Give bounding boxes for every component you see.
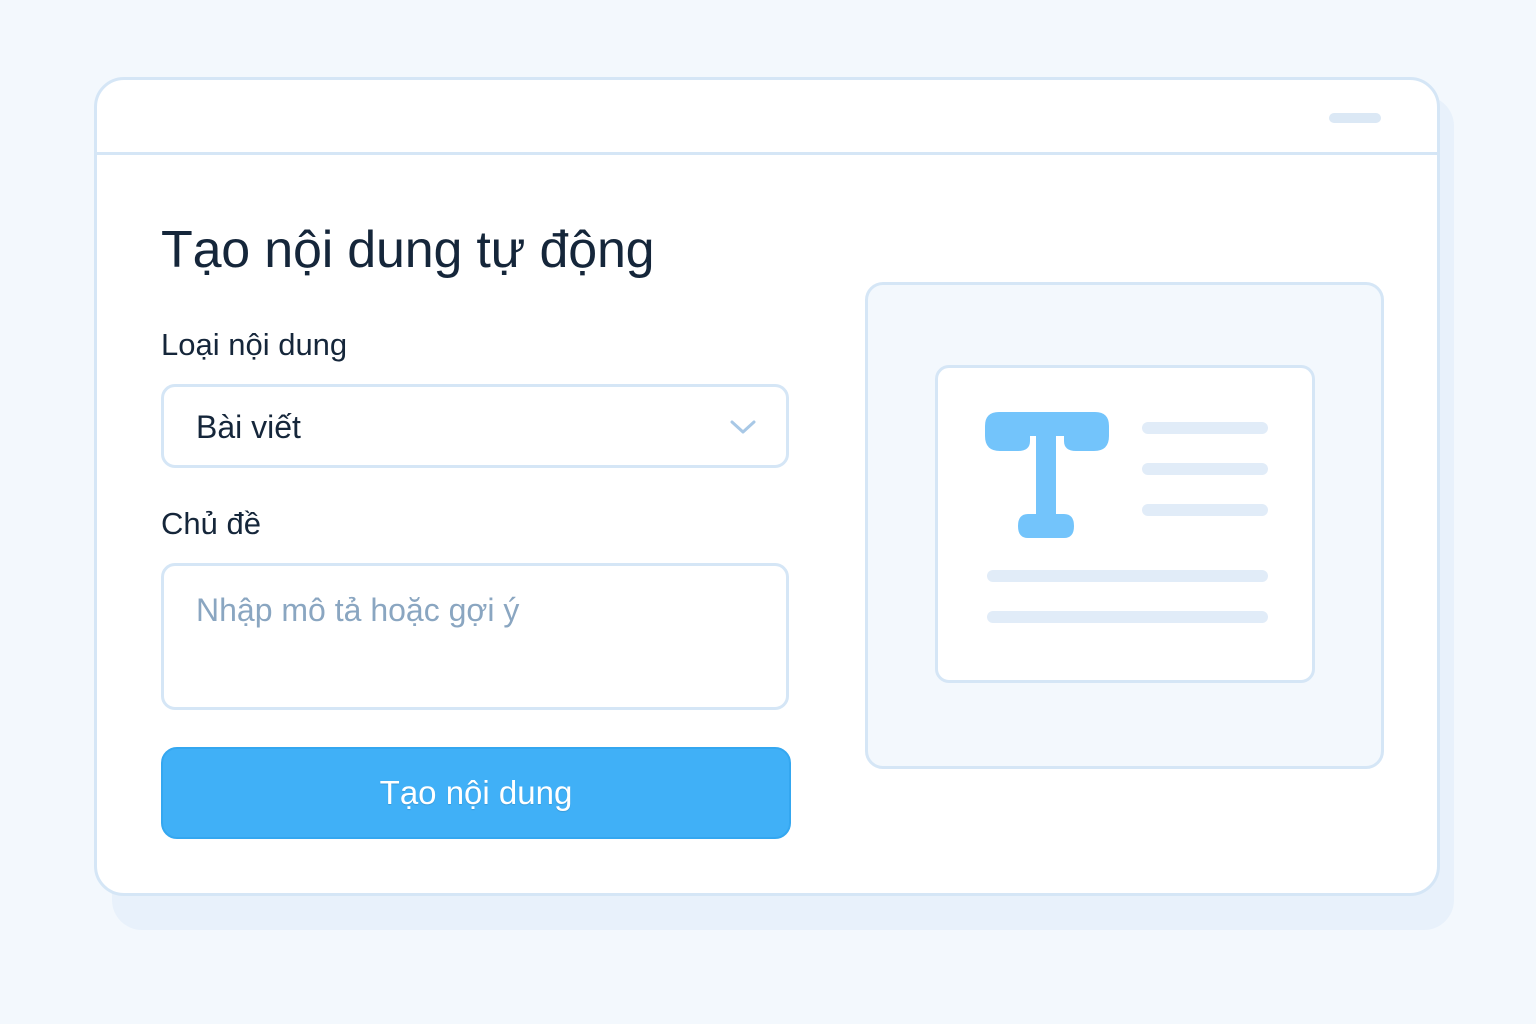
window-titlebar bbox=[97, 80, 1437, 155]
content-type-label: Loại nội dung bbox=[161, 327, 348, 362]
preview-text-line bbox=[1142, 463, 1268, 475]
preview-text-line bbox=[1142, 422, 1268, 434]
generate-content-button[interactable]: Tạo nội dung bbox=[161, 747, 791, 839]
page-title: Tạo nội dung tự động bbox=[161, 221, 655, 279]
preview-text-line bbox=[987, 611, 1268, 623]
preview-text-line bbox=[1142, 504, 1268, 516]
preview-panel bbox=[865, 282, 1384, 769]
app-stage: Tạo nội dung tự động Loại nội dung Bài v… bbox=[0, 0, 1536, 1024]
app-window: Tạo nội dung tự động Loại nội dung Bài v… bbox=[94, 77, 1440, 896]
content-type-select[interactable]: Bài viết bbox=[161, 384, 789, 468]
content-type-selected-value: Bài viết bbox=[196, 409, 301, 445]
chevron-down-icon bbox=[730, 420, 756, 434]
document-preview-card bbox=[935, 365, 1315, 683]
topic-input[interactable] bbox=[161, 563, 789, 710]
text-format-icon bbox=[985, 412, 1109, 538]
topic-label: Chủ đề bbox=[161, 506, 261, 541]
window-control[interactable] bbox=[1329, 113, 1381, 123]
preview-text-line bbox=[987, 570, 1268, 582]
